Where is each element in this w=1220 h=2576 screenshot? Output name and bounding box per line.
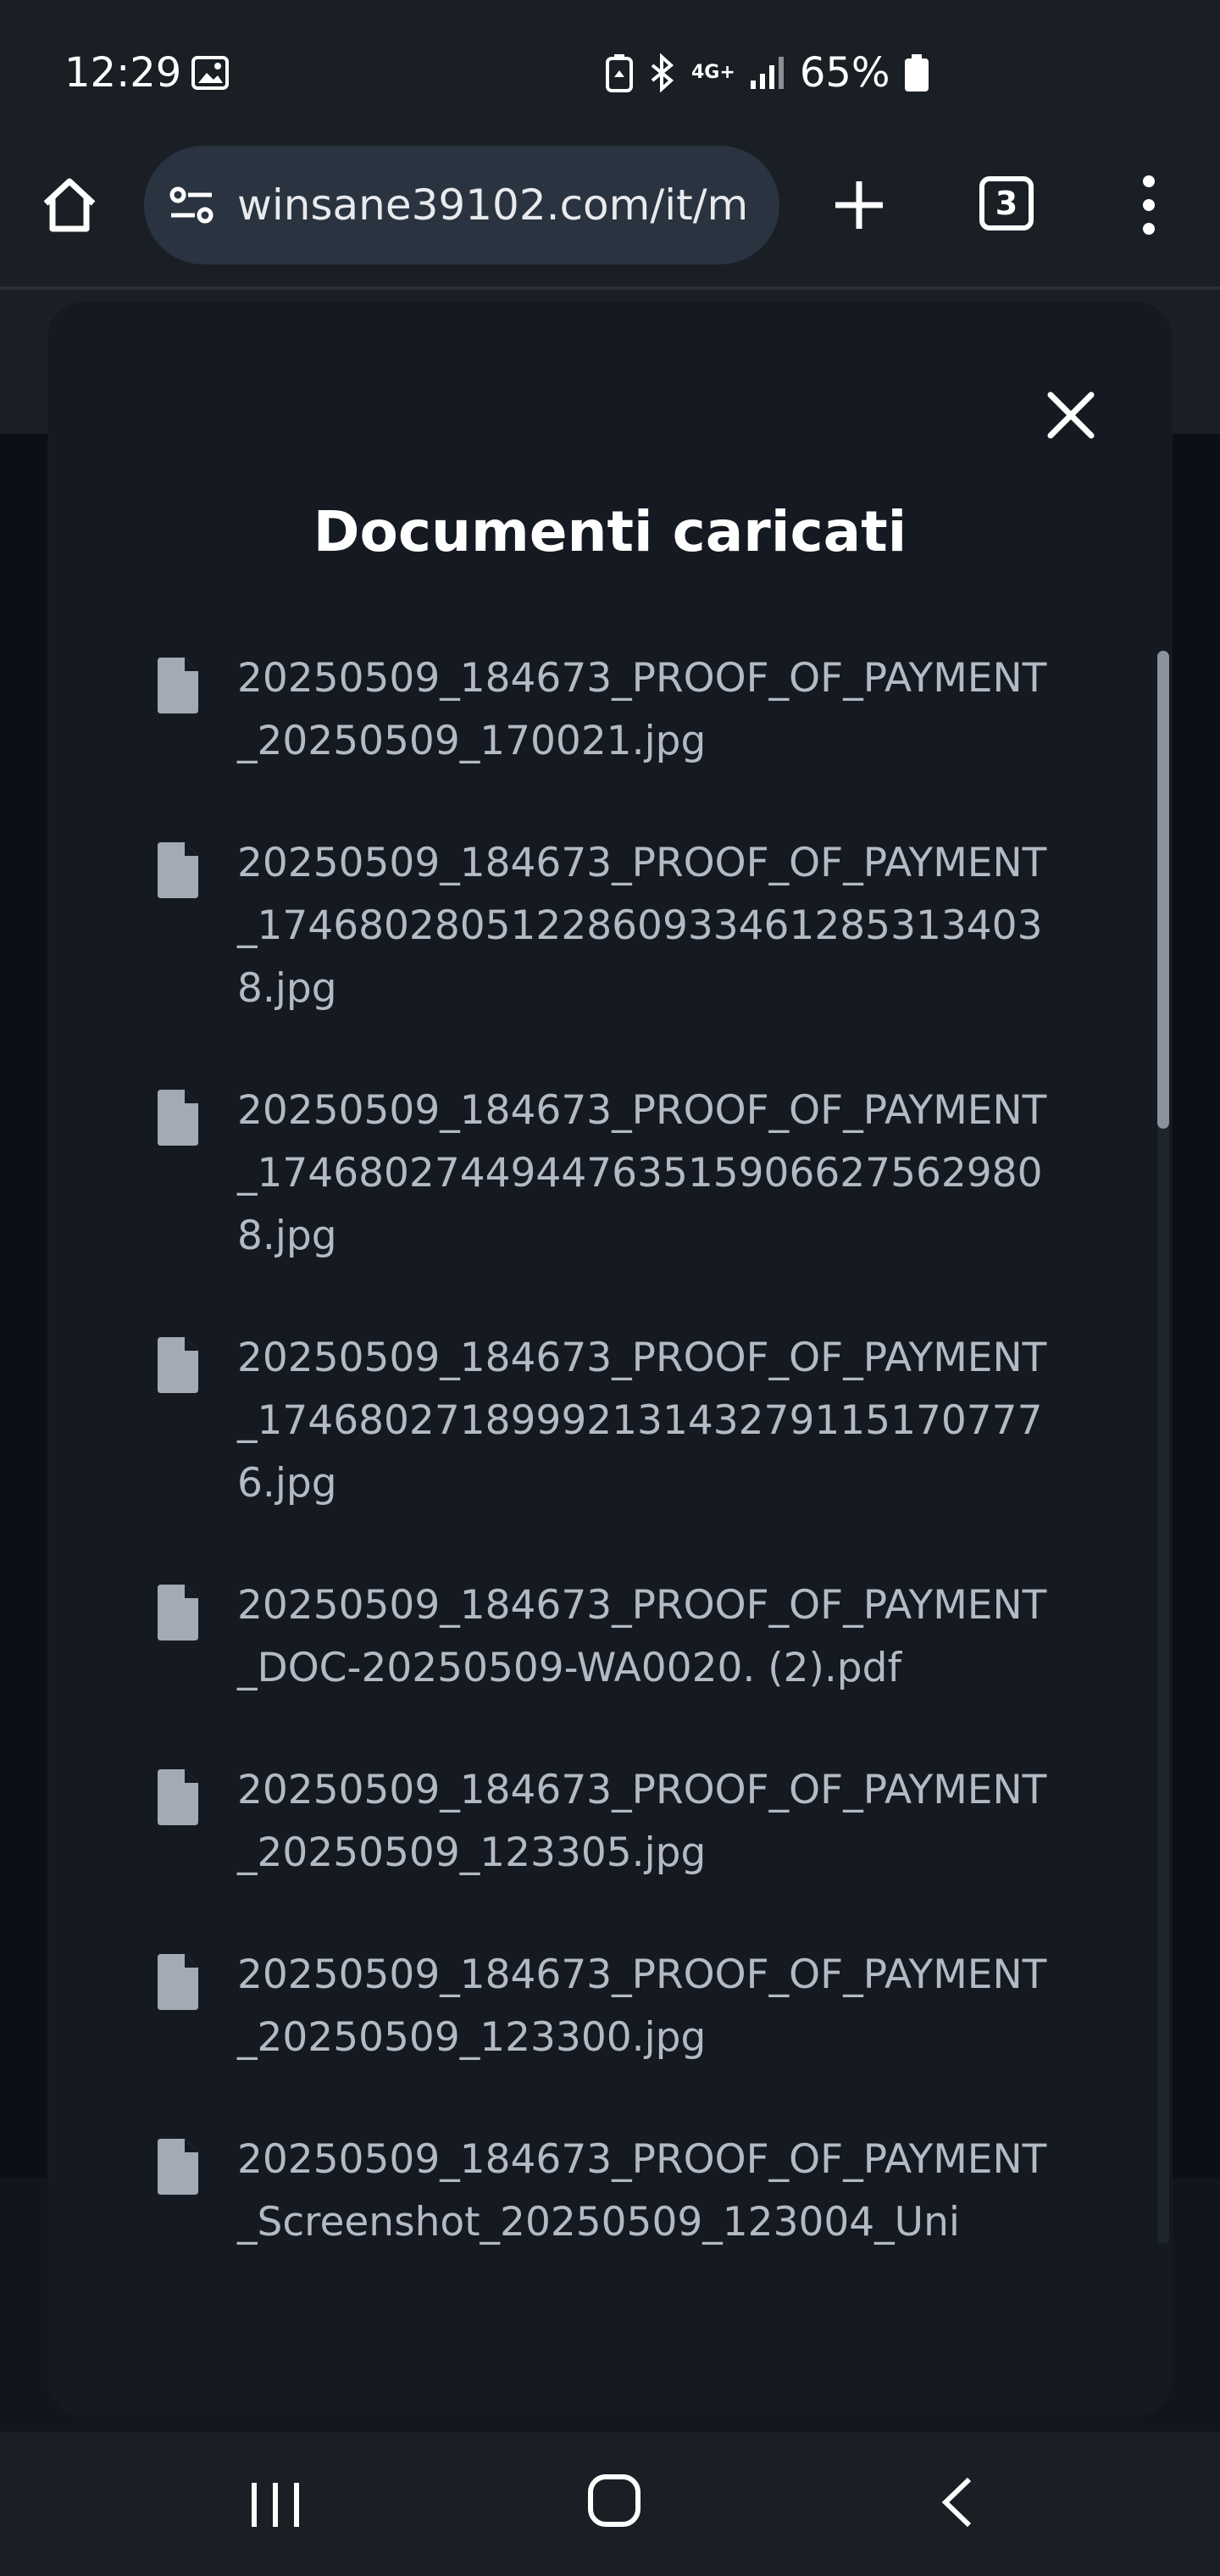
scrollbar[interactable]: [1157, 651, 1169, 2244]
tab-switcher-button[interactable]: 3: [979, 176, 1034, 230]
close-icon[interactable]: [1039, 383, 1103, 447]
document-list[interactable]: 20250509_184673_PROOF_OF_PAYMENT_2025050…: [154, 647, 1112, 2249]
scrollbar-thumb[interactable]: [1157, 651, 1169, 1129]
list-item[interactable]: 20250509_184673_PROOF_OF_PAYMENT_1746802…: [154, 832, 1112, 1020]
status-time: 12:29: [64, 49, 182, 97]
home-nav-icon[interactable]: [586, 2473, 642, 2529]
file-icon: [158, 1585, 198, 1641]
site-settings-icon[interactable]: [166, 180, 217, 230]
list-item[interactable]: 20250509_184673_PROOF_OF_PAYMENT_DOC-202…: [154, 1574, 1112, 1700]
document-name[interactable]: 20250509_184673_PROOF_OF_PAYMENT_2025050…: [237, 1944, 1051, 2069]
file-icon: [158, 2139, 198, 2195]
document-name[interactable]: 20250509_184673_PROOF_OF_PAYMENT_Screens…: [237, 2129, 1051, 2249]
battery-percent: 65%: [799, 49, 890, 97]
documents-modal: Documenti caricati 20250509_184673_PROOF…: [47, 302, 1173, 2417]
list-item[interactable]: 20250509_184673_PROOF_OF_PAYMENT_2025050…: [154, 1759, 1112, 1885]
list-item[interactable]: 20250509_184673_PROOF_OF_PAYMENT_2025050…: [154, 647, 1112, 773]
address-bar[interactable]: winsane39102.com/it/m: [144, 146, 779, 264]
signal-icon: [750, 57, 784, 89]
document-name[interactable]: 20250509_184673_PROOF_OF_PAYMENT_2025050…: [237, 1759, 1051, 1885]
file-icon: [158, 658, 198, 713]
url-text[interactable]: winsane39102.com/it/m: [237, 180, 748, 230]
file-icon: [158, 1337, 198, 1393]
battery-icon: [904, 54, 929, 92]
document-name[interactable]: 20250509_184673_PROOF_OF_PAYMENT_DOC-202…: [237, 1574, 1051, 1700]
recent-apps-icon[interactable]: [246, 2478, 305, 2532]
list-item[interactable]: 20250509_184673_PROOF_OF_PAYMENT_Screens…: [154, 2129, 1112, 2249]
home-icon[interactable]: [39, 175, 100, 236]
file-icon: [158, 1954, 198, 2010]
status-bar: 12:29 4G+ 65%: [0, 0, 1220, 144]
more-menu-icon[interactable]: [1127, 173, 1171, 237]
file-icon: [158, 842, 198, 898]
new-tab-icon[interactable]: [829, 175, 890, 236]
document-name[interactable]: 20250509_184673_PROOF_OF_PAYMENT_2025050…: [237, 647, 1051, 773]
document-name[interactable]: 20250509_184673_PROOF_OF_PAYMENT_1746802…: [237, 1327, 1051, 1515]
document-name[interactable]: 20250509_184673_PROOF_OF_PAYMENT_1746802…: [237, 1080, 1051, 1268]
system-navigation-bar: [0, 2432, 1220, 2576]
document-name[interactable]: 20250509_184673_PROOF_OF_PAYMENT_1746802…: [237, 832, 1051, 1020]
back-icon[interactable]: [935, 2474, 978, 2530]
battery-saver-icon: [606, 54, 633, 92]
file-icon: [158, 1769, 198, 1825]
network-type: 4G+: [691, 62, 735, 83]
status-icons: 4G+ 65%: [605, 49, 929, 97]
list-item[interactable]: 20250509_184673_PROOF_OF_PAYMENT_2025050…: [154, 1944, 1112, 2069]
gallery-notification-icon: [191, 56, 229, 90]
list-item[interactable]: 20250509_184673_PROOF_OF_PAYMENT_1746802…: [154, 1327, 1112, 1515]
browser-toolbar: winsane39102.com/it/m 3: [0, 136, 1220, 288]
modal-title: Documenti caricati: [313, 499, 907, 564]
list-item[interactable]: 20250509_184673_PROOF_OF_PAYMENT_1746802…: [154, 1080, 1112, 1268]
file-icon: [158, 1090, 198, 1146]
bluetooth-icon: [651, 53, 674, 92]
